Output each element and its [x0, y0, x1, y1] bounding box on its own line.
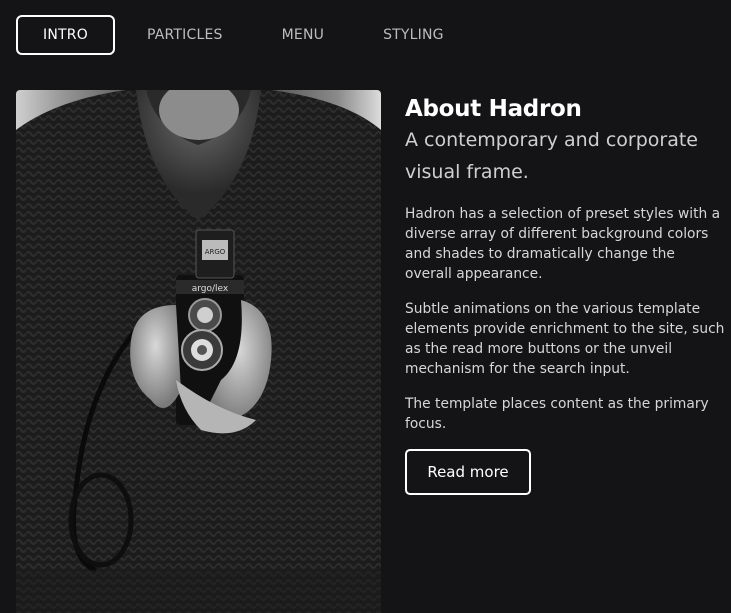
tab-styling[interactable]: STYLING	[383, 15, 444, 55]
about-paragraph: Hadron has a selection of preset styles …	[405, 206, 721, 282]
about-paragraph: The template places content as the prima…	[405, 396, 709, 432]
tab-bar: INTRO PARTICLES MENU STYLING	[16, 15, 444, 55]
about-paragraph: Subtle animations on the various templat…	[405, 301, 725, 377]
page-subtitle: A contemporary and corporate visual fram…	[405, 129, 698, 183]
svg-text:ARGO: ARGO	[205, 248, 226, 256]
read-more-button[interactable]: Read more	[405, 449, 531, 495]
about-section: About Hadron A contemporary and corporat…	[405, 94, 725, 495]
camera-label: argo/lex	[192, 284, 229, 294]
tab-particles[interactable]: PARTICLES	[147, 15, 223, 55]
tab-menu[interactable]: MENU	[282, 15, 324, 55]
page-title: About Hadron	[405, 96, 582, 122]
hero-photo: ARGO argo/lex	[16, 90, 381, 613]
tab-intro[interactable]: INTRO	[16, 15, 115, 55]
